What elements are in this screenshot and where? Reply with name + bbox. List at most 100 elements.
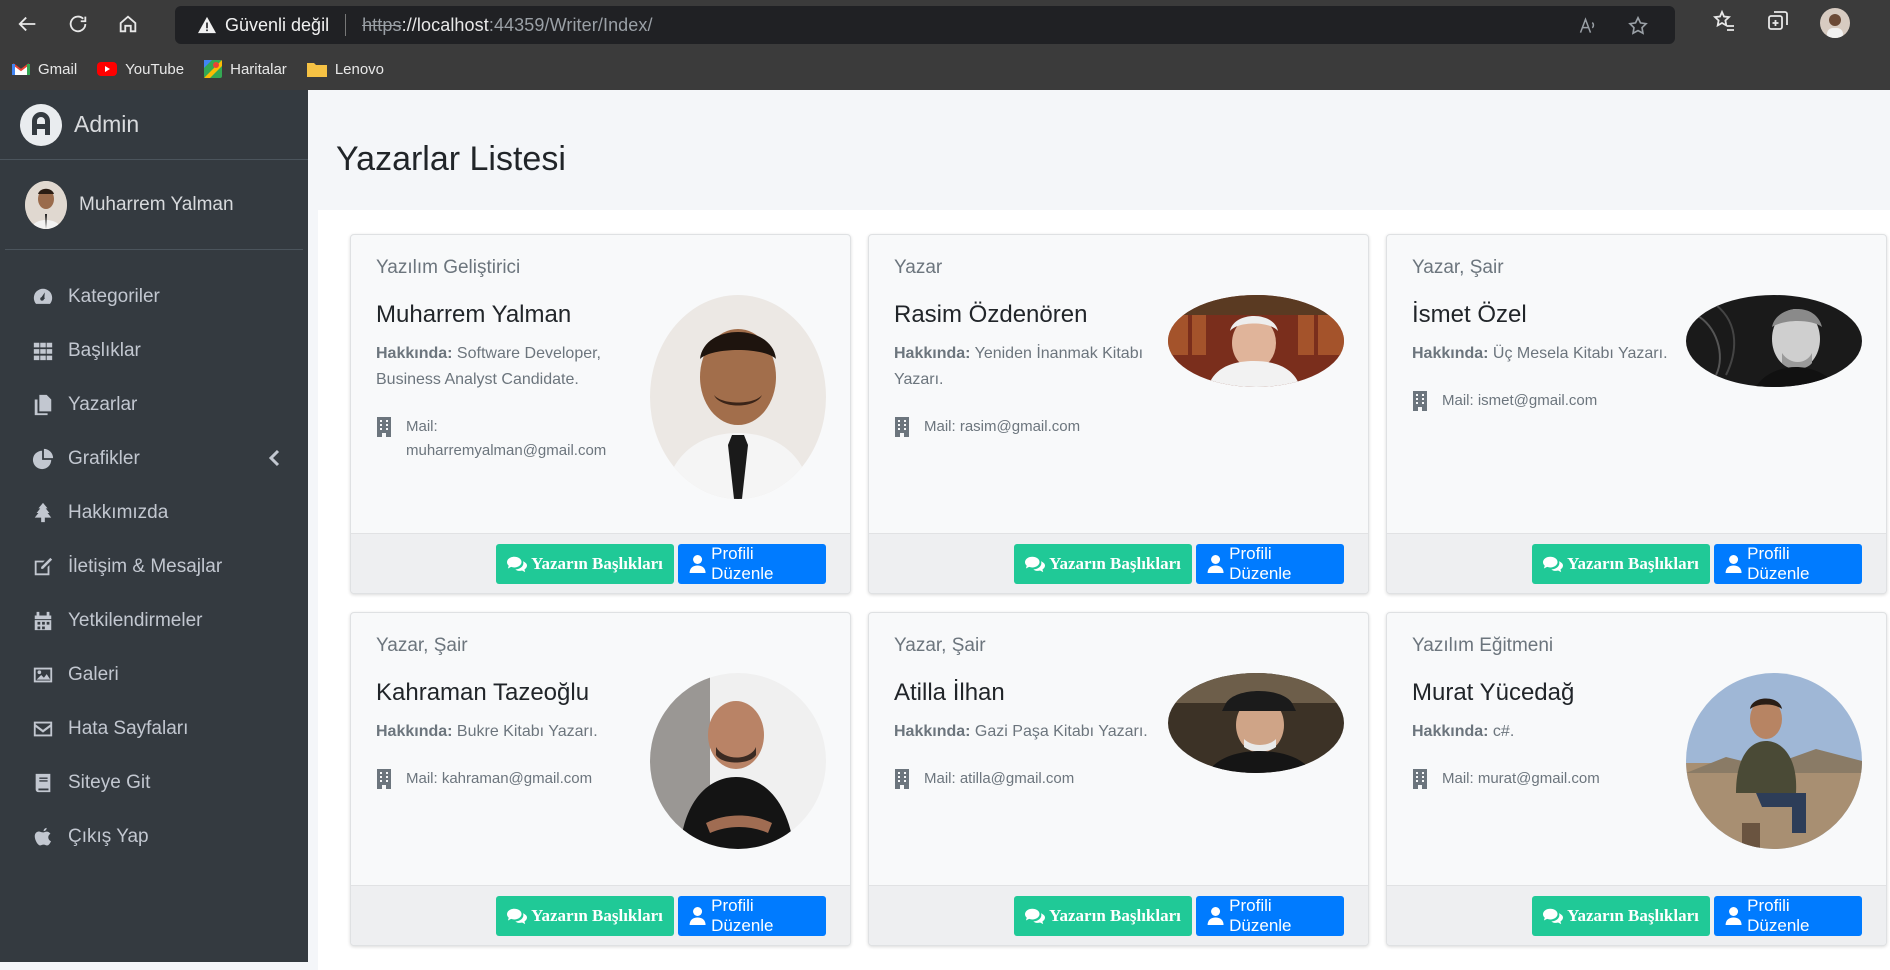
- writer-card: Yazılım Eğitmeni Murat Yücedağ Hakkında:…: [1386, 612, 1887, 946]
- writer-card: Yazar Rasim Özdenören Hakkında: Yeniden …: [868, 234, 1369, 594]
- sidebar-item-hakkimizda[interactable]: Hakkımızda: [0, 486, 308, 540]
- edit-profile-button[interactable]: Profili Düzenle: [678, 895, 826, 936]
- sidebar-item-label: Yetkilendirmeler: [68, 610, 203, 631]
- sidebar-item-label: Kategoriler: [68, 286, 160, 307]
- writer-about: Hakkında: Software Developer, Business A…: [376, 345, 601, 388]
- writer-titles-button[interactable]: Yazarın Başlıkları: [1014, 895, 1192, 936]
- page-title: Yazarlar Listesi: [336, 140, 566, 178]
- sidebar-item-label: Hata Sayfaları: [68, 718, 189, 739]
- writer-card: Yazılım Geliştirici Muharrem Yalman Hakk…: [350, 234, 851, 594]
- sidebar-item-grafikler[interactable]: Grafikler: [0, 432, 308, 486]
- building-icon: [894, 767, 924, 797]
- writer-titles-button[interactable]: Yazarın Başlıkları: [1532, 543, 1710, 584]
- writer-about: Hakkında: Bukre Kitabı Yazarı.: [376, 723, 598, 740]
- profile-avatar[interactable]: [1820, 8, 1850, 38]
- comments-icon: [1025, 556, 1046, 572]
- read-aloud-icon[interactable]: [1576, 14, 1600, 38]
- writer-mail: Mail: rasim@gmail.com: [894, 415, 1343, 445]
- sidebar-item-label: Grafikler: [68, 448, 140, 469]
- bookmark-label: Haritalar: [230, 60, 287, 78]
- image-icon: [30, 663, 56, 687]
- chevron-left-icon[interactable]: [268, 449, 280, 473]
- card-footer: Yazarın Başlıkları Profili Düzenle: [351, 533, 850, 593]
- sidebar-item-basliklar[interactable]: Başlıklar: [0, 324, 308, 378]
- user-name: Muharrem Yalman: [79, 193, 234, 215]
- writer-about: Hakkında: Yeniden İnanmak Kitabı Yazarı.: [894, 345, 1144, 388]
- sidebar-item-siteye-git[interactable]: Siteye Git: [0, 756, 308, 810]
- user-icon: [1725, 554, 1742, 573]
- bookmark-label: Gmail: [38, 60, 78, 78]
- security-warning[interactable]: Güvenli değil: [197, 15, 329, 36]
- writer-photo: [1686, 673, 1862, 849]
- edit-profile-button[interactable]: Profili Düzenle: [1196, 543, 1344, 584]
- edit-icon: [30, 555, 56, 579]
- writer-titles-button[interactable]: Yazarın Başlıkları: [496, 895, 674, 936]
- add-favorite-icon[interactable]: [1626, 14, 1650, 38]
- bookmark-maps[interactable]: Haritalar: [204, 60, 287, 78]
- url-host: ://localhost: [401, 14, 489, 35]
- dashboard-icon: [30, 285, 56, 309]
- sidebar-item-yazarlar[interactable]: Yazarlar: [0, 378, 308, 432]
- writer-titles-button[interactable]: Yazarın Başlıkları: [496, 543, 674, 584]
- url-text[interactable]: https://localhost:44359/Writer/Index/: [362, 15, 653, 36]
- writer-photo: [650, 673, 826, 849]
- writer-role: Yazar, Şair: [376, 635, 468, 656]
- writer-about: Hakkında: Gazi Paşa Kitabı Yazarı.: [894, 723, 1148, 740]
- edit-profile-button[interactable]: Profili Düzenle: [678, 543, 826, 584]
- home-icon[interactable]: [110, 6, 146, 42]
- user-icon: [689, 906, 706, 925]
- building-icon: [376, 415, 406, 463]
- writer-photo: [1168, 673, 1344, 773]
- writer-titles-button[interactable]: Yazarın Başlıkları: [1014, 543, 1192, 584]
- tree-icon: [30, 501, 56, 525]
- brand-link[interactable]: Admin: [0, 90, 308, 160]
- sidebar-item-iletisim[interactable]: İletişim & Mesajlar: [0, 540, 308, 594]
- card-footer: Yazarın Başlıkları Profili Düzenle: [1387, 533, 1886, 593]
- edit-profile-button[interactable]: Profili Düzenle: [1714, 895, 1862, 936]
- bookmark-label: Lenovo: [334, 60, 385, 78]
- writer-role: Yazılım Geliştirici: [376, 257, 521, 278]
- comments-icon: [1025, 908, 1046, 924]
- user-icon: [1725, 906, 1742, 925]
- brand-text: Admin: [74, 111, 140, 137]
- card-footer: Yazarın Başlıkları Profili Düzenle: [351, 885, 850, 945]
- writer-about: Hakkında: Üç Mesela Kitabı Yazarı.: [1412, 345, 1668, 362]
- writer-mail: Mail: ismet@gmail.com: [1412, 389, 1861, 419]
- edit-profile-button[interactable]: Profili Düzenle: [1196, 895, 1344, 936]
- writers-panel: Yazılım Geliştirici Muharrem Yalman Hakk…: [318, 210, 1890, 970]
- bookmark-gmail[interactable]: Gmail: [12, 61, 77, 78]
- sidebar-item-kategoriler[interactable]: Kategoriler: [0, 270, 308, 324]
- security-label: Güvenli değil: [225, 14, 330, 35]
- edit-profile-button[interactable]: Profili Düzenle: [1714, 543, 1862, 584]
- sidebar-item-label: Galeri: [68, 664, 119, 685]
- url-scheme: https: [362, 14, 402, 35]
- writer-titles-button[interactable]: Yazarın Başlıkları: [1532, 895, 1710, 936]
- writer-role: Yazar: [894, 257, 943, 278]
- comments-icon: [1543, 556, 1564, 572]
- apple-icon: [30, 825, 56, 849]
- building-icon: [1412, 767, 1442, 797]
- user-panel[interactable]: Muharrem Yalman: [5, 160, 303, 250]
- sidebar-item-yetkilendirmeler[interactable]: Yetkilendirmeler: [0, 594, 308, 648]
- user-icon: [1207, 906, 1224, 925]
- refresh-icon[interactable]: [60, 6, 96, 42]
- back-icon[interactable]: [10, 6, 46, 42]
- favorites-icon[interactable]: [1712, 9, 1736, 38]
- sidebar-item-label: Yazarlar: [68, 394, 138, 415]
- collections-icon[interactable]: [1766, 9, 1790, 38]
- bookmark-lenovo[interactable]: Lenovo: [306, 60, 385, 78]
- calendar-icon: [30, 609, 56, 633]
- bookmark-youtube[interactable]: YouTube: [97, 61, 184, 78]
- writer-about: Hakkında: c#.: [1412, 723, 1515, 740]
- book-icon: [30, 771, 56, 795]
- card-footer: Yazarın Başlıkları Profili Düzenle: [1387, 885, 1886, 945]
- avatar: [25, 180, 67, 229]
- youtube-icon: [97, 62, 118, 76]
- comments-icon: [507, 556, 528, 572]
- sidebar-menu: Kategoriler Başlıklar Yazarlar Grafikler…: [0, 250, 308, 864]
- address-bar[interactable]: Güvenli değil https://localhost:44359/Wr…: [175, 6, 1675, 44]
- sidebar-item-cikis-yap[interactable]: Çıkış Yap: [0, 810, 308, 864]
- sidebar-item-galeri[interactable]: Galeri: [0, 648, 308, 702]
- building-icon: [894, 415, 924, 445]
- sidebar-item-hata-sayfalari[interactable]: Hata Sayfaları: [0, 702, 308, 756]
